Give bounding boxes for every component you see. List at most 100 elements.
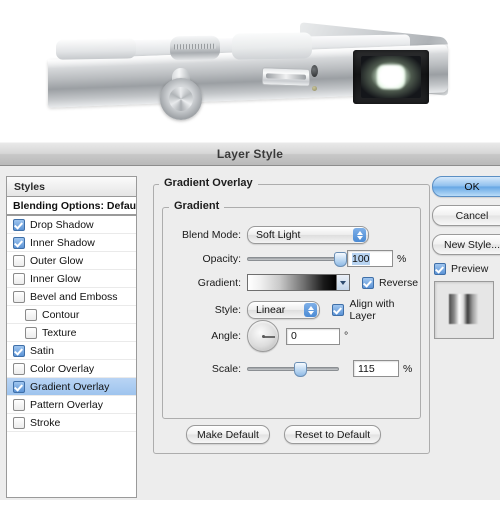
dialog-body: Styles Blending Options: Default Drop Sha… [0,166,500,502]
preview-thumbnail [434,281,494,339]
angle-unit: ° [344,330,349,342]
reverse-checkbox-row[interactable]: Reverse [362,276,419,289]
scale-label: Scale: [211,362,241,375]
angle-input[interactable]: 0 [286,327,340,345]
opacity-label: Opacity: [202,252,241,265]
opacity-value: 100 [352,252,370,265]
style-item-checkbox[interactable] [25,326,37,339]
style-list-item[interactable]: Texture [7,324,136,342]
scale-input[interactable]: 115 [353,360,399,377]
gradient-swatch[interactable] [247,274,337,291]
gradient-group: Gradient Blend Mode: Soft Light Opacity: [162,200,421,419]
gradient-label: Gradient: [197,276,241,289]
default-buttons: Make Default Reset to Default [186,425,382,444]
style-item-checkbox[interactable] [13,290,25,303]
scale-slider-thumb[interactable] [294,361,308,377]
group-title: Gradient [169,200,225,212]
dialog-title: Layer Style [216,147,284,161]
style-item-checkbox[interactable] [13,362,25,375]
style-item-label: Gradient Overlay [30,380,110,393]
style-item-checkbox[interactable] [13,254,25,267]
style-list-item[interactable]: Blending Options: Default [7,197,136,216]
blend-mode-value: Soft Light [256,229,301,241]
style-item-label: Contour [42,308,80,321]
style-item-label: Bevel and Emboss [30,290,118,303]
chevron-down-icon[interactable] [337,274,350,291]
camera-artwork [0,0,500,142]
camera-knob [160,78,202,120]
scale-row: Scale: 115 % [163,360,420,377]
camera-lens-housing [353,50,429,104]
cancel-button[interactable]: Cancel [432,205,500,226]
dialog-actions: OK Cancel New Style... Preview [432,176,500,339]
style-item-label: Outer Glow [30,254,84,267]
gradient-overlay-fieldset: Gradient Overlay Gradient Blend Mode: So… [153,177,430,454]
preview-checkbox-row[interactable]: Preview [434,263,500,275]
camera-led-icon [312,86,317,91]
style-row: Style: Linear Align with Layer [163,298,420,322]
style-item-label: Pattern Overlay [30,398,103,411]
section-title: Gradient Overlay [159,177,258,189]
style-list-item[interactable]: Color Overlay [7,360,136,378]
style-item-checkbox[interactable] [13,398,25,411]
make-default-button[interactable]: Make Default [186,425,270,444]
blend-mode-select[interactable]: Soft Light [247,226,369,244]
camera-sensor-icon [311,65,318,77]
style-list-item[interactable]: Inner Shadow [7,234,136,252]
style-label: Style: [214,304,241,316]
new-style-label: New Style... [443,238,500,251]
camera-dial-left [56,38,136,60]
style-item-label: Texture [42,326,77,339]
gradient-picker[interactable] [247,274,350,291]
reverse-checkbox[interactable] [362,276,374,289]
scale-value: 115 [358,362,375,375]
cancel-label: Cancel [455,209,489,222]
style-item-checkbox[interactable] [13,236,25,249]
style-select[interactable]: Linear [247,301,321,319]
blend-mode-label: Blend Mode: [182,229,241,241]
style-list-item[interactable]: Stroke [7,414,136,432]
scale-slider[interactable] [247,361,339,377]
style-list-item[interactable]: Bevel and Emboss [7,288,136,306]
styles-header-label: Styles [14,181,45,193]
preview-checkbox[interactable] [434,263,446,275]
style-item-checkbox[interactable] [13,380,25,393]
style-item-checkbox[interactable] [13,218,25,231]
styles-column: Styles Blending Options: Default Drop Sha… [6,176,137,498]
styles-list[interactable]: Blending Options: Default Drop Shadow Inne… [6,196,137,498]
style-list-item[interactable]: Satin [7,342,136,360]
style-list-item[interactable]: Pattern Overlay [7,396,136,414]
style-list-item[interactable]: Drop Shadow [7,216,136,234]
style-item-label: Inner Shadow [30,236,95,249]
camera-dial-right [232,32,312,60]
style-item-checkbox[interactable] [13,416,25,429]
opacity-unit: % [397,252,407,265]
align-with-layer-checkbox[interactable] [332,304,345,316]
style-list-item[interactable]: Outer Glow [7,252,136,270]
style-list-item[interactable]: Inner Glow [7,270,136,288]
angle-dial-handle[interactable] [263,336,275,338]
dialog-titlebar[interactable]: Layer Style [0,142,500,166]
opacity-slider[interactable] [247,251,347,267]
angle-dial[interactable] [247,320,279,352]
style-value: Linear [256,304,286,316]
blend-mode-row: Blend Mode: Soft Light [163,226,420,244]
style-list-item[interactable]: Gradient Overlay [7,378,136,396]
screenshot-root: Layer Style Styles Blending Options: Def… [0,0,500,500]
reset-to-default-button[interactable]: Reset to Default [283,425,382,444]
style-item-label: Stroke [30,416,61,429]
ok-button[interactable]: OK [432,176,500,197]
style-item-checkbox[interactable] [25,308,37,321]
style-item-label: Blending Options: Default [13,199,137,212]
opacity-input[interactable]: 100 [347,250,393,267]
style-list-item[interactable]: Contour [7,306,136,324]
scale-unit: % [403,362,413,375]
new-style-button[interactable]: New Style... [432,234,500,255]
reverse-label: Reverse [379,276,419,289]
preview-label: Preview [451,263,489,275]
align-with-layer-row[interactable]: Align with Layer [332,298,420,322]
style-item-checkbox[interactable] [13,344,25,357]
style-item-checkbox[interactable] [13,272,25,285]
opacity-slider-thumb[interactable] [334,251,347,267]
camera-dial-knurled [170,35,220,61]
